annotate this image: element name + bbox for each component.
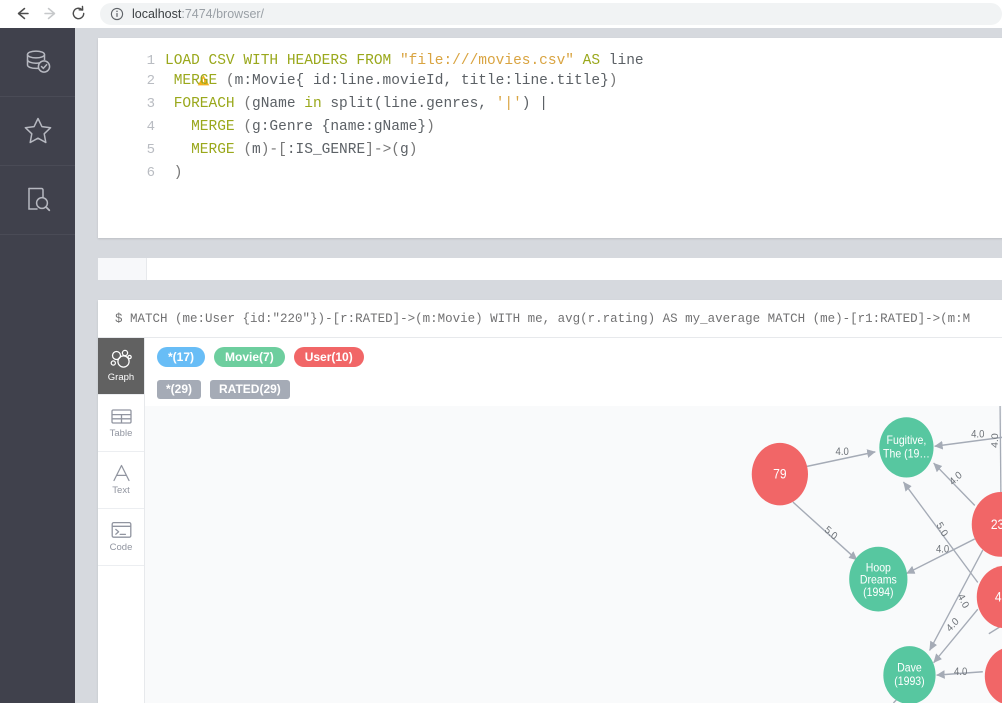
line-number: 6: [146, 165, 155, 181]
warning-triangle-icon[interactable]: [111, 50, 210, 119]
frame-header: $ MATCH (me:User {id:"220"})-[r:RATED]->…: [98, 300, 1002, 338]
reload-button[interactable]: [64, 1, 92, 27]
graph-node-user[interactable]: [976, 565, 1002, 629]
edge-weight: 4.0: [971, 429, 985, 441]
arrow-right-icon: [42, 5, 59, 22]
view-tab-label: Text: [112, 485, 130, 496]
view-tab-label: Table: [109, 427, 133, 439]
code-text: MERGE (m:Movie{ id:line.movieId, title:l…: [165, 73, 618, 89]
code-text: MERGE (g:Genre {name:gName}): [165, 119, 435, 135]
line-number: 3: [146, 96, 155, 112]
legend-node-labels: *(17) Movie(7) User(10): [157, 346, 1002, 368]
code-icon: [111, 521, 132, 539]
graph-legend: *(17) Movie(7) User(10) *(29) RATED(29): [145, 338, 1002, 406]
view-tab-label: Graph: [107, 372, 135, 383]
neo4j-browser-app: 1 LOAD CSV WITH HEADERS FROM "file:///mo…: [0, 28, 1002, 703]
legend-relationship-types: *(29) RATED(29): [157, 378, 1002, 400]
edge-weight: 4.0: [955, 592, 971, 611]
reload-icon: [70, 5, 87, 22]
code-line: 5 MERGE (m)-[:IS_GENRE]->(g): [111, 142, 1002, 165]
sidebar-item-documents[interactable]: [0, 166, 75, 235]
code-text: ): [165, 165, 183, 181]
document-search-icon: [21, 183, 55, 217]
code-line: 1 LOAD CSV WITH HEADERS FROM "file:///mo…: [111, 50, 1002, 86]
database-check-icon: [21, 45, 55, 79]
edge-weight: 4.0: [936, 544, 950, 556]
browser-chrome: localhost:7474/browser/: [0, 0, 1002, 28]
code-line: 2 MERGE (m:Movie{ id:line.movieId, title…: [111, 73, 1002, 96]
legend-pill-all-rels[interactable]: *(29): [157, 379, 202, 399]
line-number: 4: [146, 119, 155, 135]
address-bar[interactable]: localhost:7474/browser/: [100, 2, 1002, 25]
frame-query-text: $ MATCH (me:User {id:"220"})-[r:RATED]->…: [115, 312, 970, 326]
frame-stream: 1 LOAD CSV WITH HEADERS FROM "file:///mo…: [75, 28, 1002, 703]
cypher-editor-card[interactable]: 1 LOAD CSV WITH HEADERS FROM "file:///mo…: [98, 38, 1002, 238]
graph-node-movie[interactable]: [879, 417, 934, 478]
view-tab-table[interactable]: Table: [98, 395, 144, 452]
code-text: LOAD CSV WITH HEADERS FROM "file:///movi…: [165, 53, 644, 69]
edge-weight: 4.0: [836, 447, 850, 459]
graph-visualization[interactable]: *(17) Movie(7) User(10) *(29) RATED(29): [145, 338, 1002, 703]
url-text: localhost:7474/browser/: [132, 7, 264, 21]
frame-query-value: MATCH (me:User {id:"220"})-[r:RATED]->(m…: [130, 311, 971, 326]
graph-node-user[interactable]: [751, 442, 809, 506]
url-path: :7474/browser/: [181, 6, 265, 21]
back-button[interactable]: [8, 1, 36, 27]
edge-line[interactable]: [933, 608, 979, 664]
view-tab-text[interactable]: Text: [98, 452, 144, 509]
edge-weight: 5.0: [934, 520, 950, 539]
frame-prompt: $: [115, 311, 123, 326]
legend-pill-user[interactable]: User(10): [293, 347, 364, 367]
frame-body: Graph Table Text Code *(17) Movie(7) Use…: [98, 338, 1002, 703]
legend-pill-movie[interactable]: Movie(7): [214, 347, 285, 367]
graph-node-user[interactable]: [984, 647, 1002, 703]
code-line: 4 MERGE (g:Genre {name:gName}): [111, 119, 1002, 142]
star-icon: [21, 114, 55, 148]
view-switcher: Graph Table Text Code: [98, 338, 145, 703]
partial-frame-tab[interactable]: [98, 258, 147, 280]
code-text: FOREACH (gName in split(line.genres, '|'…: [165, 96, 548, 112]
legend-pill-rated[interactable]: RATED(29): [210, 379, 290, 399]
view-tab-graph[interactable]: Graph: [98, 338, 144, 395]
view-tab-code[interactable]: Code: [98, 509, 144, 566]
graph-node-movie[interactable]: [849, 546, 908, 612]
legend-pill-all-nodes[interactable]: *(17): [157, 347, 206, 367]
graph-node-movie[interactable]: [883, 646, 936, 703]
edge-weight: 4.0: [954, 667, 968, 679]
line-number: 2: [146, 73, 155, 89]
sidebar-item-database-info[interactable]: [0, 28, 75, 97]
code-line: 3 FOREACH (gName in split(line.genres, '…: [111, 96, 1002, 119]
arrow-left-icon: [14, 5, 31, 22]
line-number: 5: [146, 142, 155, 158]
edge-weight: 4.0: [990, 433, 1001, 449]
table-icon: [110, 408, 132, 425]
text-icon: [112, 464, 131, 482]
partial-frame: [98, 258, 1002, 280]
sidebar-item-favorites[interactable]: [0, 97, 75, 166]
graph-node-user[interactable]: [971, 492, 1002, 557]
edge-weight: 5.0: [822, 524, 839, 543]
info-circle-icon[interactable]: [110, 7, 124, 21]
forward-button[interactable]: [36, 1, 64, 27]
edge-weight: 4.0: [948, 469, 965, 488]
graph-icon: [110, 349, 132, 369]
line-number: 1: [146, 53, 155, 69]
code-line: 6 ): [111, 165, 1002, 188]
view-tab-label: Code: [109, 542, 133, 553]
cypher-editor[interactable]: 1 LOAD CSV WITH HEADERS FROM "file:///mo…: [111, 50, 1002, 238]
sidebar-rail: [0, 28, 75, 703]
result-frame: $ MATCH (me:User {id:"220"})-[r:RATED]->…: [98, 300, 1002, 703]
code-text: MERGE (m)-[:IS_GENRE]->(g): [165, 142, 418, 158]
url-host: localhost: [132, 6, 182, 21]
